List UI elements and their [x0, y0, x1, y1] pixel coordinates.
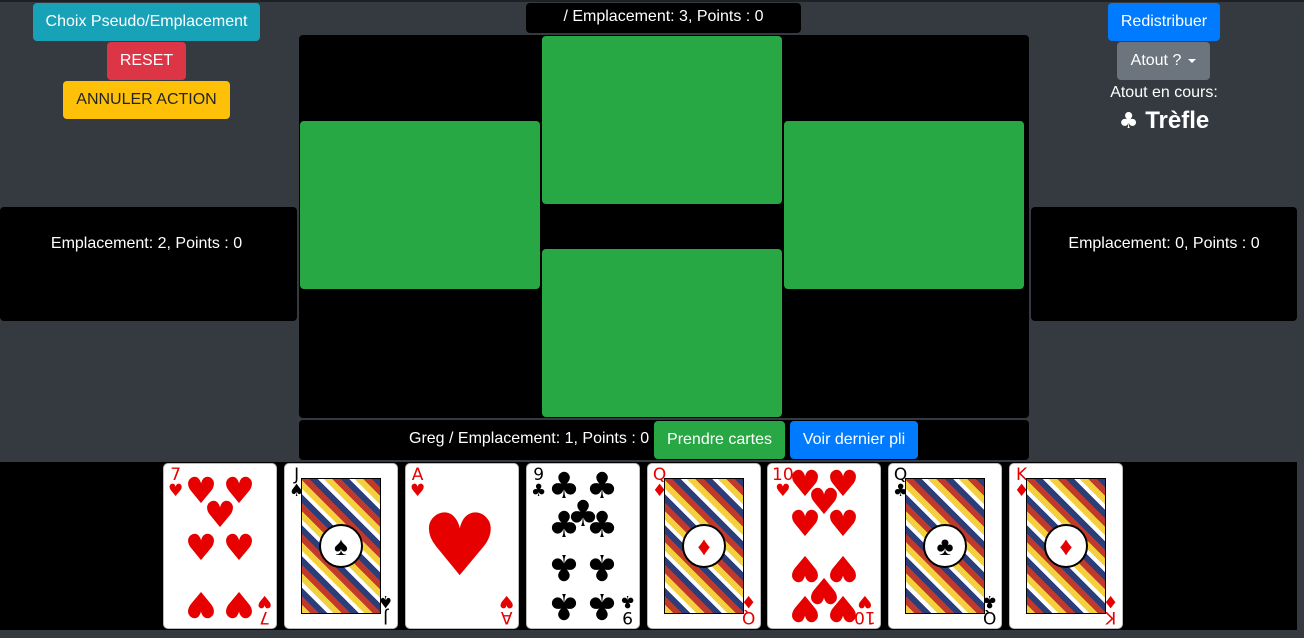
card-pip-icon: ♣ — [585, 545, 619, 587]
top-border — [0, 0, 1304, 2]
card-pip-icon: ♥ — [222, 528, 256, 570]
hand-card[interactable]: J ♠ J ♠ ♠ — [284, 463, 398, 629]
card-pip-icon: ♥ — [788, 503, 822, 545]
card-pip-icon: ♥ — [788, 586, 822, 628]
card-suit-icon: ♣ — [619, 591, 635, 611]
hand-card[interactable]: K ♦ K ♦ ♦ — [1009, 463, 1123, 629]
view-last-trick-button[interactable]: Voir dernier pli — [790, 421, 918, 459]
top-player-panel: / Emplacement: 3, Points : 0 — [526, 3, 801, 33]
card-corner: 7 ♥ — [168, 467, 183, 500]
card-pip-icon: ♣ — [547, 505, 581, 547]
card-suit-icon: ♥ — [168, 481, 184, 501]
card-pip-icon: ♣ — [547, 545, 581, 587]
face-suit-icon: ♦ — [682, 524, 726, 568]
trump-label: Atout en cours: — [1110, 84, 1218, 101]
caret-down-icon — [1188, 59, 1197, 63]
card-suit-icon: ♥ — [857, 591, 873, 611]
hand-card[interactable]: Q ♦ Q ♦ ♦ — [647, 463, 761, 629]
face-suit-icon: ♣ — [923, 524, 967, 568]
trump-dropdown-label: Atout ? — [1130, 52, 1182, 69]
face-suit-icon: ♠ — [319, 524, 363, 568]
face-suit-icon: ♦ — [1044, 524, 1088, 568]
face-card-art: ♦ — [1026, 478, 1106, 614]
card-corner: 7 ♥ — [256, 591, 272, 627]
bottom-player-label: Greg / Emplacement: 1, Points : 0 — [409, 430, 650, 447]
card-pip-icon: ♥ — [826, 586, 860, 628]
club-icon: ♣ — [1118, 109, 1139, 134]
trump-suit-name: Trèfle — [1145, 107, 1210, 134]
card-pip-icon: ♥ — [184, 583, 218, 625]
face-card-art: ♣ — [905, 478, 985, 614]
card-suit-icon: ♥ — [498, 591, 514, 611]
right-player-panel: Emplacement: 0, Points : 0 — [1031, 207, 1297, 321]
reset-button[interactable]: RESET — [107, 42, 186, 80]
cancel-action-button[interactable]: ANNULER ACTION — [63, 81, 230, 119]
card-pip-icon: ♥ — [222, 583, 256, 625]
card-corner: 9 ♣ — [619, 591, 635, 627]
card-pip-icon: ♣ — [547, 585, 581, 627]
card-slot-right — [784, 121, 1024, 289]
card-suit-icon: ♣ — [531, 481, 547, 501]
hand-card[interactable]: 7 ♥ 7 ♥ ♥ ♥ ♥ ♥ ♥ ♥ ♥ — [163, 463, 277, 629]
current-trump: ♣ Trèfle — [1100, 107, 1228, 135]
redeal-button[interactable]: Redistribuer — [1108, 3, 1220, 41]
card-corner: A ♥ — [498, 591, 514, 627]
left-player-label: Emplacement: 2, Points : 0 — [50, 235, 243, 252]
face-card-art: ♦ — [664, 478, 744, 614]
ace-center-icon: ♥ — [421, 496, 499, 596]
card-pip-icon: ♥ — [826, 503, 860, 545]
card-corner: 9 ♣ — [531, 467, 546, 500]
trump-dropdown[interactable]: Atout ? — [1117, 42, 1210, 80]
hand-card[interactable]: 10 ♥ 10 ♥ ♥ ♥ ♥ ♥ ♥ ♥ ♥ ♥ ♥ ♥ — [767, 463, 881, 629]
card-slot-top — [542, 36, 782, 204]
card-pip-icon: ♥ — [184, 528, 218, 570]
choose-pseudo-button[interactable]: Choix Pseudo/Emplacement — [33, 3, 260, 41]
right-player-label: Emplacement: 0, Points : 0 — [1068, 235, 1260, 252]
card-pip-icon: ♣ — [585, 505, 619, 547]
card-slot-bottom — [542, 249, 782, 417]
card-pip-icon: ♣ — [585, 585, 619, 627]
take-cards-button[interactable]: Prendre cartes — [654, 421, 785, 459]
card-slot-left — [300, 121, 540, 289]
face-card-art: ♠ — [301, 478, 381, 614]
card-suit-icon: ♥ — [256, 591, 272, 611]
left-player-panel: Emplacement: 2, Points : 0 — [0, 207, 297, 321]
hand-card[interactable]: A ♥ A ♥ ♥ — [405, 463, 519, 629]
hand-card[interactable]: Q ♣ Q ♣ ♣ — [888, 463, 1002, 629]
top-player-label: / Emplacement: 3, Points : 0 — [563, 8, 764, 25]
hand-card[interactable]: 9 ♣ 9 ♣ ♣ ♣ ♣ ♣ ♣ ♣ ♣ ♣ ♣ — [526, 463, 640, 629]
